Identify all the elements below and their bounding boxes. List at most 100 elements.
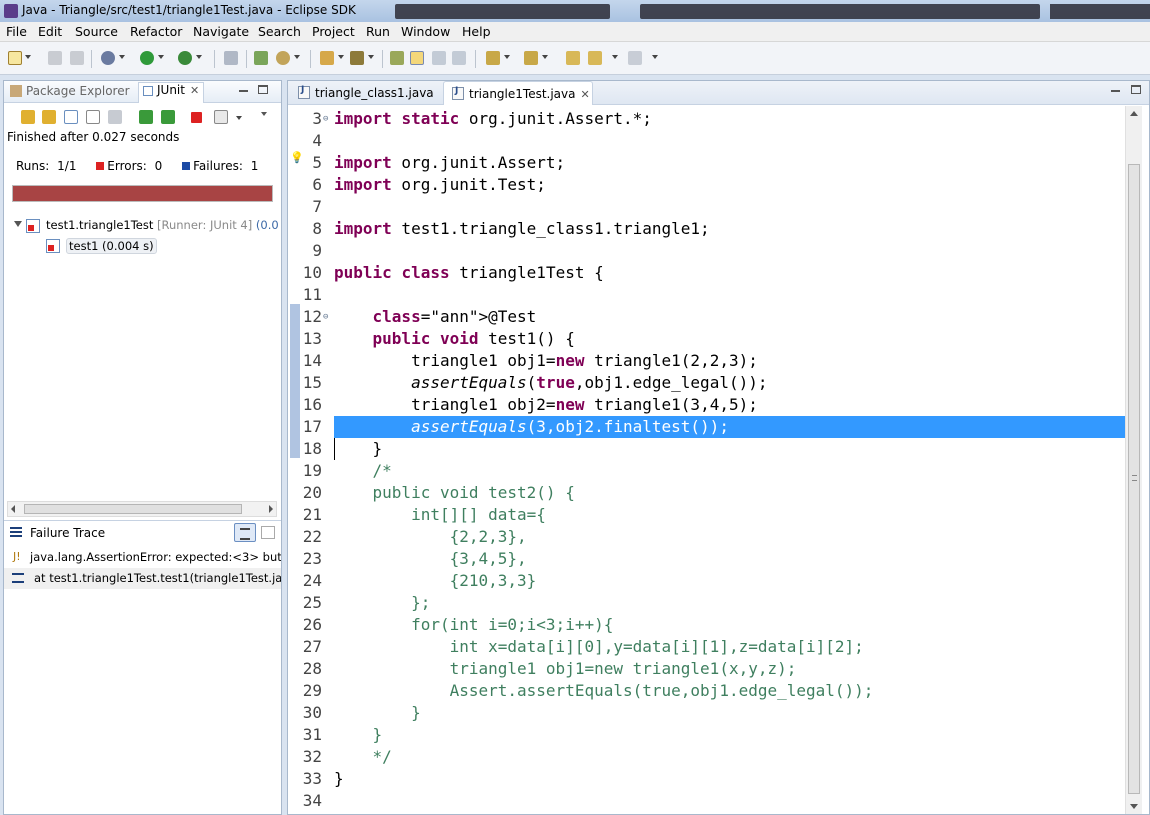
external-tools-icon[interactable] — [178, 51, 192, 65]
code-line[interactable]: 27 int x=data[i][0],y=data[i][1],z=data[… — [288, 636, 1125, 658]
rerun-failed-first-icon[interactable] — [161, 110, 175, 124]
menu-edit[interactable]: Edit — [38, 24, 62, 39]
code-line[interactable]: 9 — [288, 240, 1125, 262]
code-line[interactable]: 3 ⊖ import static org.junit.Assert.*; — [288, 108, 1125, 130]
trace-line[interactable]: J! java.lang.AssertionError: expected:<3… — [4, 547, 281, 568]
menu-file[interactable]: File — [6, 24, 27, 39]
code-line[interactable]: 29 Assert.assertEquals(true,obj1.edge_le… — [288, 680, 1125, 702]
show-whitespace-icon[interactable] — [452, 51, 466, 65]
close-icon[interactable]: ✕ — [581, 88, 590, 101]
new-class-icon[interactable] — [276, 51, 290, 65]
scroll-lock-icon[interactable] — [86, 110, 100, 124]
back-icon[interactable] — [588, 51, 602, 65]
dropdown-arrow-icon[interactable] — [612, 55, 618, 59]
code-editor[interactable]: 💡 3 ⊖ import static org.junit.Assert.*; 4 5 i… — [288, 106, 1125, 814]
menu-project[interactable]: Project — [312, 24, 355, 39]
show-failures-only-icon[interactable] — [64, 110, 78, 124]
menu-window[interactable]: Window — [401, 24, 450, 39]
menu-refactor[interactable]: Refactor — [130, 24, 182, 39]
code-line[interactable]: 5 import org.junit.Assert; — [288, 152, 1125, 174]
menu-navigate[interactable]: Navigate — [193, 24, 249, 39]
previous-annotation-icon[interactable] — [524, 51, 538, 65]
scroll-left-icon[interactable] — [11, 505, 15, 513]
code-line[interactable]: 33} — [288, 768, 1125, 790]
dropdown-arrow-icon[interactable] — [25, 55, 31, 59]
code-line[interactable]: 20 public void test2() { — [288, 482, 1125, 504]
stop-icon[interactable] — [191, 112, 202, 123]
minimize-icon[interactable] — [1111, 90, 1120, 92]
collapse-arrow-icon[interactable] — [14, 221, 22, 227]
code-line[interactable]: 7 — [288, 196, 1125, 218]
code-line[interactable]: 31 } — [288, 724, 1125, 746]
run-icon[interactable] — [140, 51, 154, 65]
skip-breakpoints-icon[interactable] — [224, 51, 238, 65]
code-line[interactable]: 11 — [288, 284, 1125, 306]
tab-package-explorer[interactable]: Package Explorer — [10, 84, 130, 98]
code-line[interactable]: 14 triangle1 obj1=new triangle1(2,2,3); — [288, 350, 1125, 372]
search-icon[interactable] — [350, 51, 364, 65]
code-line[interactable]: 32 */ — [288, 746, 1125, 768]
code-line[interactable]: 12 ⊖ class="ann">@Test — [288, 306, 1125, 328]
dropdown-arrow-icon[interactable] — [652, 55, 658, 59]
save-icon[interactable] — [48, 51, 62, 65]
horizontal-scrollbar[interactable] — [7, 501, 277, 517]
new-java-project-icon[interactable] — [254, 51, 268, 65]
dropdown-arrow-icon[interactable] — [542, 55, 548, 59]
next-annotation-icon[interactable] — [486, 51, 500, 65]
previous-failure-icon[interactable] — [42, 110, 56, 124]
code-line[interactable]: 6 import org.junit.Test; — [288, 174, 1125, 196]
code-line[interactable]: 15 assertEquals(true,obj1.edge_legal()); — [288, 372, 1125, 394]
minimize-icon[interactable] — [239, 90, 248, 92]
maximize-icon[interactable] — [258, 85, 268, 94]
block-selection-icon[interactable] — [432, 51, 446, 65]
scrollbar-thumb[interactable] — [24, 504, 242, 514]
mark-occurrences-icon[interactable] — [410, 51, 424, 65]
code-line[interactable]: 28 triangle1 obj1=new triangle1(x,y,z); — [288, 658, 1125, 680]
maximize-icon[interactable] — [1131, 85, 1141, 94]
close-icon[interactable]: ✕ — [190, 84, 199, 97]
code-line[interactable]: 26 for(int i=0;i<3;i++){ — [288, 614, 1125, 636]
show-skipped-icon[interactable] — [108, 110, 122, 124]
tab-junit[interactable]: JUnit ✕ — [138, 82, 205, 103]
code-line[interactable]: 16 triangle1 obj2=new triangle1(3,4,5); — [288, 394, 1125, 416]
dropdown-arrow-icon[interactable] — [196, 55, 202, 59]
dropdown-arrow-icon[interactable] — [504, 55, 510, 59]
code-line[interactable]: 19 /* — [288, 460, 1125, 482]
fold-toggle-icon[interactable]: ⊖ — [323, 108, 328, 130]
scroll-right-icon[interactable] — [269, 505, 273, 513]
scroll-down-icon[interactable] — [1130, 804, 1138, 809]
scrollbar-thumb[interactable] — [1128, 164, 1140, 794]
toggle-ant-icon[interactable] — [390, 51, 404, 65]
code-line[interactable]: 17 assertEquals(3,obj2.finaltest()); — [288, 416, 1125, 438]
code-line[interactable]: 22 {2,2,3}, — [288, 526, 1125, 548]
code-line[interactable]: 24 {210,3,3} — [288, 570, 1125, 592]
scroll-up-icon[interactable] — [1130, 111, 1138, 116]
view-menu-icon[interactable] — [261, 112, 267, 116]
menu-source[interactable]: Source — [75, 24, 118, 39]
code-line[interactable]: 10 public class triangle1Test { — [288, 262, 1125, 284]
code-line[interactable]: 8 import test1.triangle_class1.triangle1; — [288, 218, 1125, 240]
next-failure-icon[interactable] — [21, 110, 35, 124]
compare-result-icon[interactable] — [234, 523, 256, 542]
dropdown-arrow-icon[interactable] — [294, 55, 300, 59]
tab-triangle1-test[interactable]: triangle1Test.java ✕ — [443, 81, 593, 105]
tab-triangle-class1[interactable]: triangle_class1.java — [290, 81, 440, 105]
filter-stack-icon[interactable] — [261, 526, 275, 539]
menu-help[interactable]: Help — [462, 24, 491, 39]
trace-line[interactable]: at test1.triangle1Test.test1(triangle1Te… — [4, 568, 281, 589]
dropdown-arrow-icon[interactable] — [119, 55, 125, 59]
save-all-icon[interactable] — [70, 51, 84, 65]
menu-run[interactable]: Run — [366, 24, 390, 39]
code-line[interactable]: 34 — [288, 790, 1125, 812]
last-edit-icon[interactable] — [566, 51, 580, 65]
test-run-history-icon[interactable] — [214, 110, 228, 124]
dropdown-arrow-icon[interactable] — [368, 55, 374, 59]
dropdown-arrow-icon[interactable] — [236, 116, 242, 120]
open-type-icon[interactable] — [320, 51, 334, 65]
new-icon[interactable] — [8, 51, 22, 65]
dropdown-arrow-icon[interactable] — [338, 55, 344, 59]
code-line[interactable]: 25 }; — [288, 592, 1125, 614]
code-line[interactable]: 30 } — [288, 702, 1125, 724]
debug-icon[interactable] — [101, 51, 115, 65]
dropdown-arrow-icon[interactable] — [158, 55, 164, 59]
